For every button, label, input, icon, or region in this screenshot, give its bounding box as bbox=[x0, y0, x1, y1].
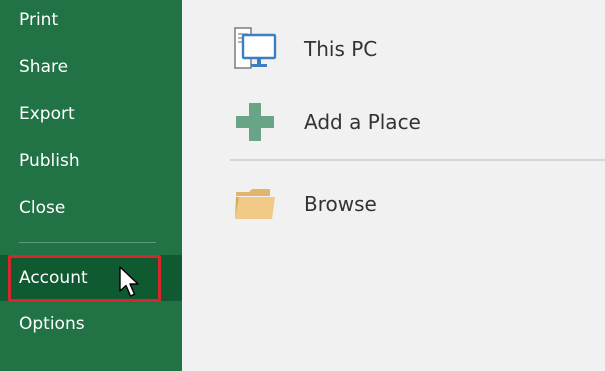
sidebar-item-label: Options bbox=[19, 314, 85, 334]
sidebar-item-account[interactable]: Account bbox=[0, 255, 182, 301]
sidebar-item-print[interactable]: Print bbox=[0, 0, 182, 40]
place-browse[interactable]: Browse bbox=[232, 174, 602, 234]
sidebar-item-share[interactable]: Share bbox=[0, 47, 182, 87]
place-label: Browse bbox=[304, 192, 377, 216]
place-add-a-place[interactable]: Add a Place bbox=[232, 92, 602, 152]
place-label: Add a Place bbox=[304, 110, 421, 134]
places-divider bbox=[230, 159, 605, 161]
plus-icon bbox=[232, 98, 278, 146]
sidebar-item-label: Account bbox=[19, 268, 88, 288]
sidebar-item-label: Print bbox=[19, 10, 59, 30]
sidebar-item-label: Export bbox=[19, 104, 75, 124]
mouse-pointer-icon bbox=[119, 266, 139, 297]
sidebar-item-export[interactable]: Export bbox=[0, 94, 182, 134]
computer-icon bbox=[232, 25, 278, 73]
sidebar-divider bbox=[19, 242, 156, 243]
sidebar-item-label: Close bbox=[19, 198, 66, 218]
sidebar-item-label: Publish bbox=[19, 151, 80, 171]
places-panel: This PC Add a Place Browse bbox=[182, 0, 605, 371]
backstage-sidebar: Print Share Export Publish Close Account… bbox=[0, 0, 182, 371]
folder-icon bbox=[232, 180, 278, 228]
sidebar-item-close[interactable]: Close bbox=[0, 188, 182, 228]
sidebar-item-publish[interactable]: Publish bbox=[0, 141, 182, 181]
place-label: This PC bbox=[304, 37, 378, 61]
place-this-pc[interactable]: This PC bbox=[232, 19, 602, 79]
sidebar-item-label: Share bbox=[19, 57, 69, 77]
sidebar-item-options[interactable]: Options bbox=[0, 304, 182, 344]
